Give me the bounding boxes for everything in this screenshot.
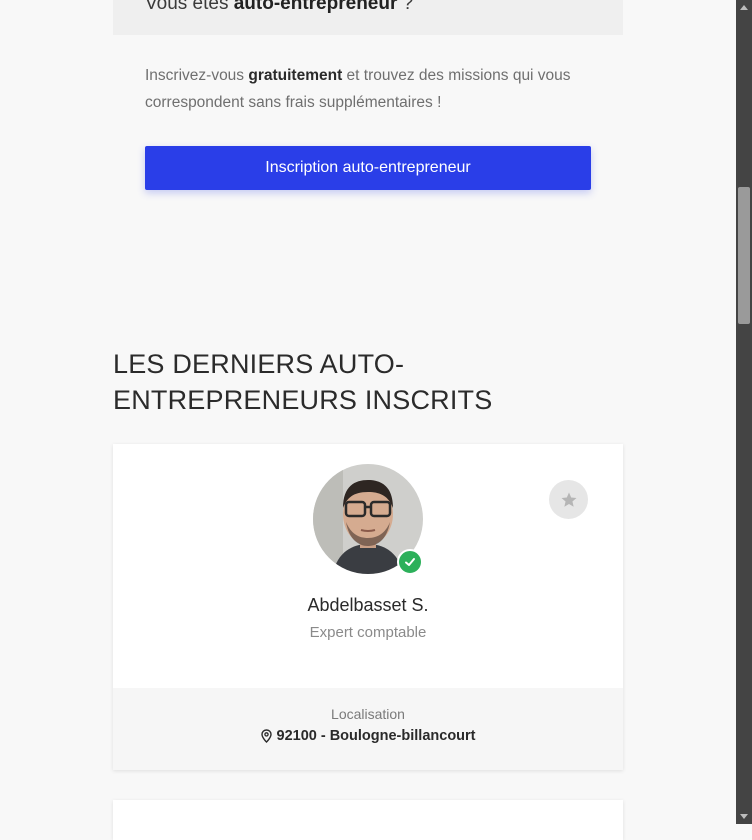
question-text: Vous êtes auto-entrepreneur ? — [145, 0, 413, 15]
section-title: LES DERNIERS AUTO-ENTREPRENEURS INSCRITS — [113, 349, 493, 415]
card-footer: Localisation 92100 - Boulogne-billancour… — [113, 688, 623, 770]
question-suffix: ? — [397, 0, 414, 14]
profile-card[interactable]: Abdelbasset S. Expert comptable Localisa… — [113, 444, 623, 770]
page: Vous êtes auto-entrepreneur ? Inscrivez-… — [0, 0, 736, 840]
favorite-star-button[interactable] — [549, 480, 588, 519]
promo-bold: gratuitement — [248, 67, 343, 84]
profile-name[interactable]: Abdelbasset S. — [113, 595, 623, 616]
star-icon — [561, 492, 576, 507]
question-banner: Vous êtes auto-entrepreneur ? — [113, 0, 623, 35]
map-pin-icon — [260, 729, 272, 743]
promo-prefix: Inscrivez-vous — [145, 67, 249, 84]
promo-text: Inscrivez-vous gratuitement et trouvez d… — [145, 62, 605, 116]
scroll-up-arrow-icon[interactable] — [736, 0, 752, 14]
verified-check-icon — [397, 549, 423, 575]
scrollbar[interactable] — [736, 0, 752, 824]
question-bold: auto-entrepreneur — [233, 0, 398, 14]
scroll-down-arrow-icon[interactable] — [736, 810, 752, 824]
register-auto-entrepreneur-button[interactable]: Inscription auto-entrepreneur — [145, 146, 591, 190]
location-label: Localisation — [331, 706, 405, 722]
location-value: 92100 - Boulogne-billancourt — [276, 728, 476, 744]
next-profile-card[interactable] — [113, 800, 623, 840]
profile-job: Expert comptable — [309, 624, 427, 641]
question-prefix: Vous êtes — [145, 0, 234, 14]
location-value-row: 92100 - Boulogne-billancourt — [113, 728, 623, 744]
scrollbar-thumb[interactable] — [738, 187, 750, 324]
